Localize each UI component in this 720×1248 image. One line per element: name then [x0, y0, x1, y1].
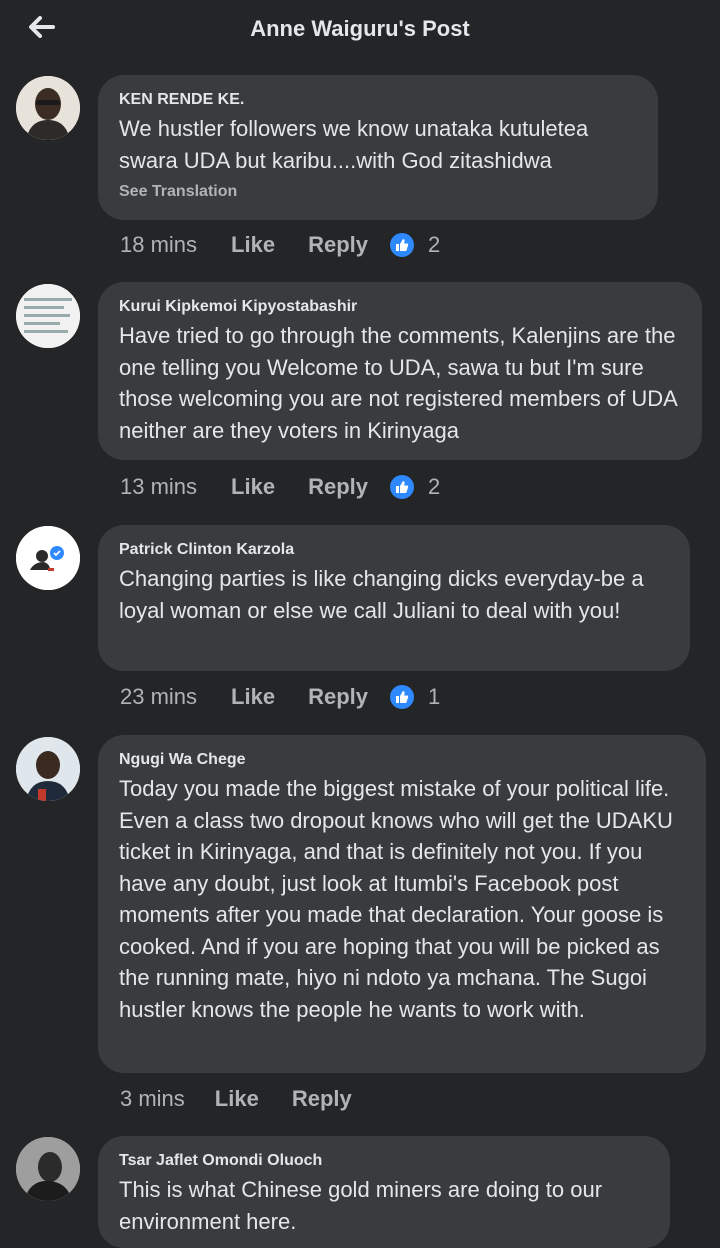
comment-text: This is what Chinese gold miners are doi… — [119, 1177, 603, 1234]
comment-time: 23 mins — [120, 684, 198, 709]
reply-button[interactable]: Reply — [308, 684, 368, 710]
see-translation-link[interactable]: See Translation — [119, 183, 636, 201]
profile-photo — [16, 737, 80, 801]
comment-text: Have tried to go through the comments, K… — [119, 323, 677, 443]
comment-text: Changing parties is like changing dicks … — [119, 566, 644, 623]
reply-button[interactable]: Reply — [292, 1086, 352, 1112]
comment-author[interactable]: Tsar Jaflet Omondi Oluoch — [119, 1152, 648, 1170]
reply-button[interactable]: Reply — [308, 232, 368, 258]
avatar[interactable] — [16, 1137, 80, 1201]
like-button[interactable]: Like — [231, 684, 275, 710]
comment-time: 13 mins — [120, 474, 198, 499]
comment-author[interactable]: Kurui Kipkemoi Kipyostabashir — [119, 298, 680, 316]
comment-bubble[interactable]: Patrick Clinton Karzola Changing parties… — [98, 525, 690, 671]
profile-photo — [16, 526, 80, 590]
top-bar: Anne Waiguru's Post — [0, 0, 720, 60]
comment-text: We hustler followers we know unataka kut… — [119, 116, 589, 173]
comment-bubble[interactable]: Ngugi Wa Chege Today you made the bigges… — [98, 735, 706, 1073]
comment-actions: 18 mins Like Reply 2 — [120, 230, 440, 260]
comment-bubble[interactable]: KEN RENDE KE. We hustler followers we kn… — [98, 75, 658, 220]
reaction-count[interactable]: 2 — [428, 232, 440, 258]
reaction-count[interactable]: 2 — [428, 474, 440, 500]
comment-bubble[interactable]: Tsar Jaflet Omondi Oluoch This is what C… — [98, 1136, 670, 1248]
like-button[interactable]: Like — [231, 474, 275, 500]
avatar[interactable] — [16, 76, 80, 140]
comment-bubble[interactable]: Kurui Kipkemoi Kipyostabashir Have tried… — [98, 282, 702, 460]
avatar[interactable] — [16, 737, 80, 801]
verified-badge-icon — [50, 546, 64, 560]
profile-photo — [16, 76, 80, 140]
thumbs-up-icon — [390, 685, 414, 709]
profile-photo — [16, 284, 80, 348]
reply-button[interactable]: Reply — [308, 474, 368, 500]
comment-actions: 13 mins Like Reply 2 — [120, 472, 440, 502]
avatar[interactable] — [16, 526, 80, 590]
like-button[interactable]: Like — [231, 232, 275, 258]
comment-author[interactable]: Ngugi Wa Chege — [119, 751, 684, 769]
comment-time: 3 mins — [120, 1086, 185, 1111]
thumbs-up-icon — [390, 475, 414, 499]
thumbs-up-icon — [390, 233, 414, 257]
comment-text: Today you made the biggest mistake of yo… — [119, 776, 673, 1022]
like-button[interactable]: Like — [215, 1086, 259, 1112]
comment-actions: 23 mins Like Reply 1 — [120, 682, 440, 712]
page-title: Anne Waiguru's Post — [250, 16, 470, 41]
comment-actions: 3 mins Like Reply — [120, 1084, 352, 1114]
reaction-count[interactable]: 1 — [428, 684, 440, 710]
profile-photo — [16, 1137, 80, 1201]
comment-author[interactable]: KEN RENDE KE. — [119, 91, 636, 109]
comment-author[interactable]: Patrick Clinton Karzola — [119, 541, 668, 559]
comment-time: 18 mins — [120, 232, 198, 257]
avatar[interactable] — [16, 284, 80, 348]
